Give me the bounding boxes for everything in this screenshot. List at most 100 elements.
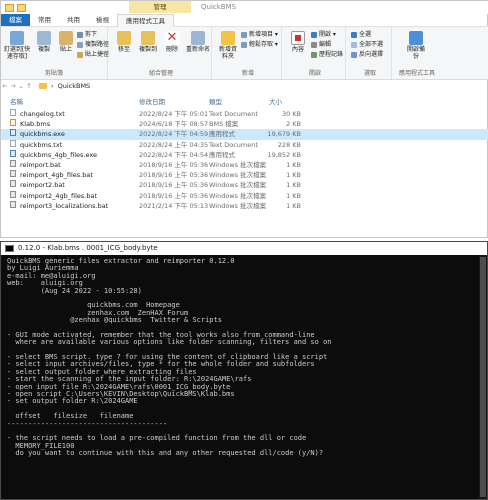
bat-file-icon [10, 200, 16, 208]
select-all-button[interactable]: 全選 [351, 31, 371, 39]
file-row[interactable]: reimport.bat 2018/9/16 上午 05:36 Windows 批次… [1, 159, 488, 170]
paste-shortcut-button[interactable]: 貼上捷徑 [77, 51, 109, 59]
bat-file-icon [10, 190, 16, 198]
delete-x-icon: ✕ [165, 30, 179, 45]
breadcrumb-current[interactable]: QuickBMS [58, 82, 91, 90]
app-tools-group: 開啟備份 應用程式工具 [395, 27, 439, 79]
bms-file-icon [10, 119, 16, 127]
invert-selection-button[interactable]: 反向選擇 [351, 51, 383, 59]
file-name: reimport_4gb_files.bat [20, 171, 93, 180]
move-to-button[interactable]: 移至 [113, 31, 135, 53]
console-scrollbar[interactable] [479, 255, 487, 499]
edit-icon [311, 42, 317, 48]
open-button[interactable]: 開啟 ▾ [311, 31, 336, 39]
delete-button[interactable]: ✕ 刪除 [161, 31, 183, 53]
file-size: 30 KB [281, 110, 301, 118]
select-none-label: 全部不選 [359, 41, 384, 48]
window-title: QuickBMS [201, 3, 237, 11]
column-type[interactable]: 類型 [209, 96, 222, 106]
file-type: Text Document [209, 110, 258, 118]
backup-icon [409, 31, 423, 45]
edit-label: 編輯 [319, 41, 332, 48]
file-type: Windows 批次檔案 [209, 191, 267, 200]
new-folder-icon [221, 31, 235, 45]
contextual-tab-manage[interactable]: 管理 [129, 1, 191, 13]
easy-access-icon [241, 42, 247, 48]
file-row[interactable]: quickbms_4gb_files.exe 2022/8/24 下午 04:54… [1, 149, 488, 160]
pin-label: 釘選到[快速存取] [3, 46, 31, 60]
properties-quick-icon[interactable] [5, 4, 14, 12]
new-group: 新增資料夾 新增項目 ▾ 輕鬆存取 ▾ 新增 [215, 27, 282, 79]
edit-button[interactable]: 編輯 [311, 41, 331, 49]
recent-dropdown-icon[interactable]: ⌄ [17, 82, 25, 90]
select-none-button[interactable]: 全部不選 [351, 41, 383, 49]
new-folder-button[interactable]: 新增資料夾 [217, 31, 239, 60]
file-row[interactable]: Klab.bms 2024/6/18 下午 08:57 BMS 檔案 2 KB [1, 119, 488, 129]
file-modified: 2022/8/24 下午 04:59 [139, 130, 209, 139]
file-name: quickbms.txt [20, 140, 63, 149]
new-item-button[interactable]: 新增項目 ▾ [241, 31, 278, 39]
paste-shortcut-icon [77, 52, 83, 58]
paste-button[interactable]: 貼上 [55, 31, 77, 53]
copy-label: 複製 [37, 46, 50, 53]
bat-file-icon [10, 159, 16, 167]
new-folder-quick-icon[interactable] [17, 4, 26, 12]
file-type: Windows 批次檔案 [209, 160, 267, 169]
file-type: Text Document [209, 140, 258, 149]
console-title: 0.12.0 - Klab.bms . 0001_ICG_body.byte [18, 244, 158, 252]
move-to-icon [117, 31, 131, 45]
file-size: 19,852 KB [267, 150, 301, 159]
file-row[interactable]: reimport3_localizations.bat 2021/2/14 下午 … [1, 200, 488, 211]
file-modified: 2022/8/24 上午 04:35 [139, 140, 209, 149]
back-arrow-icon[interactable]: ← [1, 82, 9, 90]
rename-button[interactable]: 重新命名 [185, 31, 211, 53]
paste-label: 貼上 [59, 46, 72, 53]
file-type: 應用程式 [209, 150, 235, 159]
select-group-label: 選取 [363, 70, 376, 77]
up-arrow-icon[interactable]: ↑ [25, 82, 33, 90]
breadcrumb: › QuickBMS [39, 82, 90, 90]
copy-path-button[interactable]: 複製路徑 [77, 41, 109, 49]
new-folder-label: 新增資料夾 [218, 46, 237, 60]
copy-icon [37, 31, 51, 45]
exe-file-icon [10, 149, 16, 157]
file-list: changelog.txt 2022/8/24 下午 05:01 Text Docu… [1, 109, 488, 211]
file-type: Windows 批次檔案 [209, 171, 267, 180]
enable-backup-button[interactable]: 開啟備份 [405, 31, 427, 60]
console-output[interactable]: QuickBMS generic files extractor and rei… [7, 257, 477, 458]
tab-file[interactable]: 檔案 [1, 14, 30, 26]
file-row[interactable]: reimport2.bat 2018/9/16 上午 05:36 Windows 批… [1, 180, 488, 190]
history-button[interactable]: 歷程記錄 [311, 51, 343, 59]
cut-button[interactable]: 剪下 [77, 31, 97, 39]
new-item-label: 新增項目 ▾ [249, 31, 278, 38]
file-list-header: 名稱 修改日期 類型 大小 [1, 95, 488, 106]
forward-arrow-icon[interactable]: → [9, 82, 17, 90]
file-row[interactable]: reimport_4gb_files.bat 2018/9/16 上午 05:36… [1, 170, 488, 180]
open-group: 內容 開啟 ▾ 編輯 歷程記錄 開啟 [285, 27, 346, 79]
column-modified[interactable]: 修改日期 [139, 96, 165, 106]
file-name: reimport2.bat [20, 181, 65, 190]
open-label: 開啟 ▾ [319, 31, 336, 38]
column-name[interactable]: 名稱 [10, 96, 23, 106]
ribbon: 釘選到[快速存取] 複製 貼上 剪下 複製路徑 貼上捷徑 剪貼簿 移至 複製到 … [1, 27, 488, 80]
tab-view[interactable]: 檢視 [88, 14, 117, 26]
easy-access-label: 輕鬆存取 ▾ [249, 41, 278, 48]
pin-quick-access-button[interactable]: 釘選到[快速存取] [3, 31, 31, 60]
column-size[interactable]: 大小 [269, 96, 282, 106]
copy-button[interactable]: 複製 [33, 31, 55, 53]
file-name: quickbms.exe [20, 130, 65, 139]
tab-share[interactable]: 共用 [59, 14, 88, 26]
easy-access-button[interactable]: 輕鬆存取 ▾ [241, 41, 278, 49]
properties-button[interactable]: 內容 [287, 31, 309, 53]
file-size: 228 KB [277, 140, 301, 149]
file-row[interactable]: changelog.txt 2022/8/24 下午 05:01 Text Docu… [1, 109, 488, 119]
tab-application-tools[interactable]: 應用程式工具 [117, 13, 174, 27]
console-line: -------------------------------------- [7, 419, 168, 428]
file-row[interactable]: quickbms.exe 2022/8/24 下午 04:59 應用程式 19,679… [1, 129, 488, 140]
address-bar[interactable]: ← → ⌄ ↑ › QuickBMS [1, 80, 488, 92]
file-row[interactable]: reimport2_4gb_files.bat 2018/9/16 上午 05:3… [1, 190, 488, 201]
file-row[interactable]: quickbms.txt 2022/8/24 上午 04:35 Text Docum… [1, 139, 488, 150]
copy-to-button[interactable]: 複製到 [137, 31, 159, 53]
console-scroll-thumb[interactable] [480, 257, 486, 497]
tab-home[interactable]: 常用 [30, 14, 59, 26]
